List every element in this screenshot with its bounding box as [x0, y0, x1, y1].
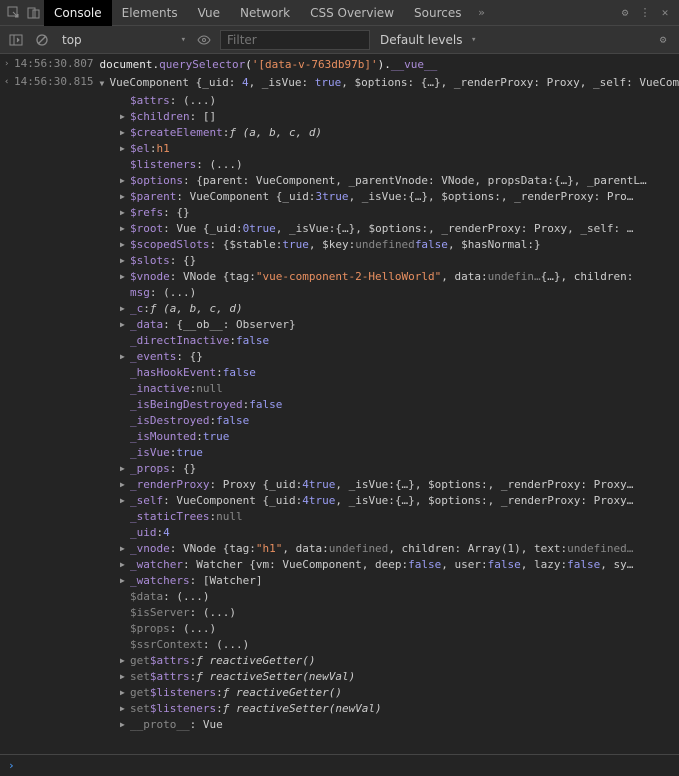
expand-icon[interactable]: ▶	[120, 109, 130, 125]
property-row[interactable]: ▶_self: VueComponent {_uid: 4true, _isVu…	[120, 493, 675, 509]
expand-icon[interactable]: ▶	[120, 573, 130, 589]
command-line: document.querySelector('[data-v-763db97b…	[99, 57, 437, 73]
object-properties: $attrs: (...)▶$children: []▶$createEleme…	[4, 93, 675, 733]
tab-sources[interactable]: Sources	[404, 0, 471, 26]
inspect-icon[interactable]	[4, 3, 24, 23]
tab-console[interactable]: Console	[44, 0, 112, 26]
tab-network[interactable]: Network	[230, 0, 300, 26]
context-selector[interactable]: top	[58, 31, 188, 49]
property-row[interactable]: $attrs: (...)	[120, 93, 675, 109]
property-row[interactable]: ▶_events: {}	[120, 349, 675, 365]
property-row[interactable]: _uid: 4	[120, 525, 675, 541]
property-row[interactable]: ▶_c: ƒ (a, b, c, d)	[120, 301, 675, 317]
property-row[interactable]: _directInactive: false	[120, 333, 675, 349]
property-row[interactable]: _isBeingDestroyed: false	[120, 397, 675, 413]
expand-icon[interactable]: ▶	[120, 461, 130, 477]
devtools-tabs: Console Elements Vue Network CSS Overvie…	[0, 0, 679, 26]
property-row[interactable]: ▶__proto__: Vue	[120, 717, 675, 733]
property-row[interactable]: ▶$scopedSlots: {$stable: true, $key: und…	[120, 237, 675, 253]
expand-icon[interactable]: ▶	[120, 685, 130, 701]
property-row[interactable]: ▶$vnode: VNode {tag: "vue-component-2-He…	[120, 269, 675, 285]
expand-icon[interactable]: ▶	[120, 253, 130, 269]
chevron-right-icon[interactable]: ›	[4, 57, 14, 71]
property-row[interactable]: _inactive: null	[120, 381, 675, 397]
timestamp: 14:56:30.815	[14, 75, 93, 88]
tab-elements[interactable]: Elements	[112, 0, 188, 26]
sidebar-toggle-icon[interactable]	[6, 30, 26, 50]
expand-icon[interactable]: ▶	[120, 669, 130, 685]
property-row[interactable]: ▶$children: []	[120, 109, 675, 125]
property-row[interactable]: ▶_vnode: VNode {tag: "h1", data: undefin…	[120, 541, 675, 557]
expand-icon[interactable]: ▶	[120, 269, 130, 285]
expand-icon[interactable]: ▶	[120, 701, 130, 717]
levels-selector[interactable]: Default levels	[376, 31, 478, 49]
property-row[interactable]: $props: (...)	[120, 621, 675, 637]
property-row[interactable]: ▶$options: {parent: VueComponent, _paren…	[120, 173, 675, 189]
console-output: › 14:56:30.807 document.querySelector('[…	[0, 54, 679, 774]
property-row[interactable]: ▶$slots: {}	[120, 253, 675, 269]
menu-icon[interactable]: ⋮	[635, 3, 655, 23]
expand-icon[interactable]: ▶	[120, 717, 130, 733]
expand-icon[interactable]: ▶	[120, 237, 130, 253]
expand-icon[interactable]: ▶	[120, 541, 130, 557]
filter-input[interactable]	[220, 30, 370, 50]
property-row[interactable]: ▶$parent: VueComponent {_uid: 3true, _is…	[120, 189, 675, 205]
clear-icon[interactable]	[32, 30, 52, 50]
expand-icon[interactable]: ▶	[120, 125, 130, 141]
result-header[interactable]: ▼VueComponent {_uid: 4, _isVue: true, $o…	[99, 75, 679, 92]
expand-icon[interactable]: ▶	[120, 221, 130, 237]
expand-icon[interactable]: ▶	[120, 317, 130, 333]
property-row[interactable]: ▶$root: Vue {_uid: 0true, _isVue: {…}, $…	[120, 221, 675, 237]
eye-icon[interactable]	[194, 30, 214, 50]
property-row[interactable]: $ssrContext: (...)	[120, 637, 675, 653]
settings-icon[interactable]: ⚙	[653, 30, 673, 50]
property-row[interactable]: $data: (...)	[120, 589, 675, 605]
property-row[interactable]: ▶_props: {}	[120, 461, 675, 477]
expand-icon[interactable]: ▼	[99, 76, 109, 92]
gear-icon[interactable]: ⚙	[615, 3, 635, 23]
property-row[interactable]: _staticTrees: null	[120, 509, 675, 525]
property-row[interactable]: _hasHookEvent: false	[120, 365, 675, 381]
property-row[interactable]: ▶get $listeners: ƒ reactiveGetter()	[120, 685, 675, 701]
property-row[interactable]: ▶$createElement: ƒ (a, b, c, d)	[120, 125, 675, 141]
expand-icon[interactable]: ▶	[120, 205, 130, 221]
more-tabs-icon[interactable]: »	[471, 3, 491, 23]
property-row[interactable]: ▶set $listeners: ƒ reactiveSetter(newVal…	[120, 701, 675, 717]
close-icon[interactable]: ✕	[655, 3, 675, 23]
console-toolbar: top Default levels ⚙	[0, 26, 679, 54]
expand-icon[interactable]: ▶	[120, 477, 130, 493]
expand-icon[interactable]: ▶	[120, 141, 130, 157]
property-row[interactable]: ▶_watchers: [Watcher]	[120, 573, 675, 589]
device-icon[interactable]	[24, 3, 44, 23]
property-row[interactable]: ▶_data: {__ob__: Observer}	[120, 317, 675, 333]
tab-vue[interactable]: Vue	[188, 0, 230, 26]
tab-css[interactable]: CSS Overview	[300, 0, 404, 26]
timestamp: 14:56:30.807	[14, 57, 93, 70]
property-row[interactable]: ▶$refs: {}	[120, 205, 675, 221]
console-prompt[interactable]: ›	[0, 754, 679, 776]
property-row[interactable]: ▶_renderProxy: Proxy {_uid: 4true, _isVu…	[120, 477, 675, 493]
property-row[interactable]: ▶set $attrs: ƒ reactiveSetter(newVal)	[120, 669, 675, 685]
property-row[interactable]: _isDestroyed: false	[120, 413, 675, 429]
property-row[interactable]: $listeners: (...)	[120, 157, 675, 173]
property-row[interactable]: _isMounted: true	[120, 429, 675, 445]
expand-icon[interactable]: ▶	[120, 349, 130, 365]
property-row[interactable]: ▶_watcher: Watcher {vm: VueComponent, de…	[120, 557, 675, 573]
expand-icon[interactable]: ▶	[120, 301, 130, 317]
property-row[interactable]: ▶get $attrs: ƒ reactiveGetter()	[120, 653, 675, 669]
property-row[interactable]: ▶$el: h1	[120, 141, 675, 157]
chevron-left-icon[interactable]: ‹	[4, 75, 14, 89]
property-row[interactable]: _isVue: true	[120, 445, 675, 461]
property-row[interactable]: $isServer: (...)	[120, 605, 675, 621]
expand-icon[interactable]: ▶	[120, 557, 130, 573]
property-row[interactable]: msg: (...)	[120, 285, 675, 301]
expand-icon[interactable]: ▶	[120, 189, 130, 205]
expand-icon[interactable]: ▶	[120, 653, 130, 669]
expand-icon[interactable]: ▶	[120, 493, 130, 509]
expand-icon[interactable]: ▶	[120, 173, 130, 189]
